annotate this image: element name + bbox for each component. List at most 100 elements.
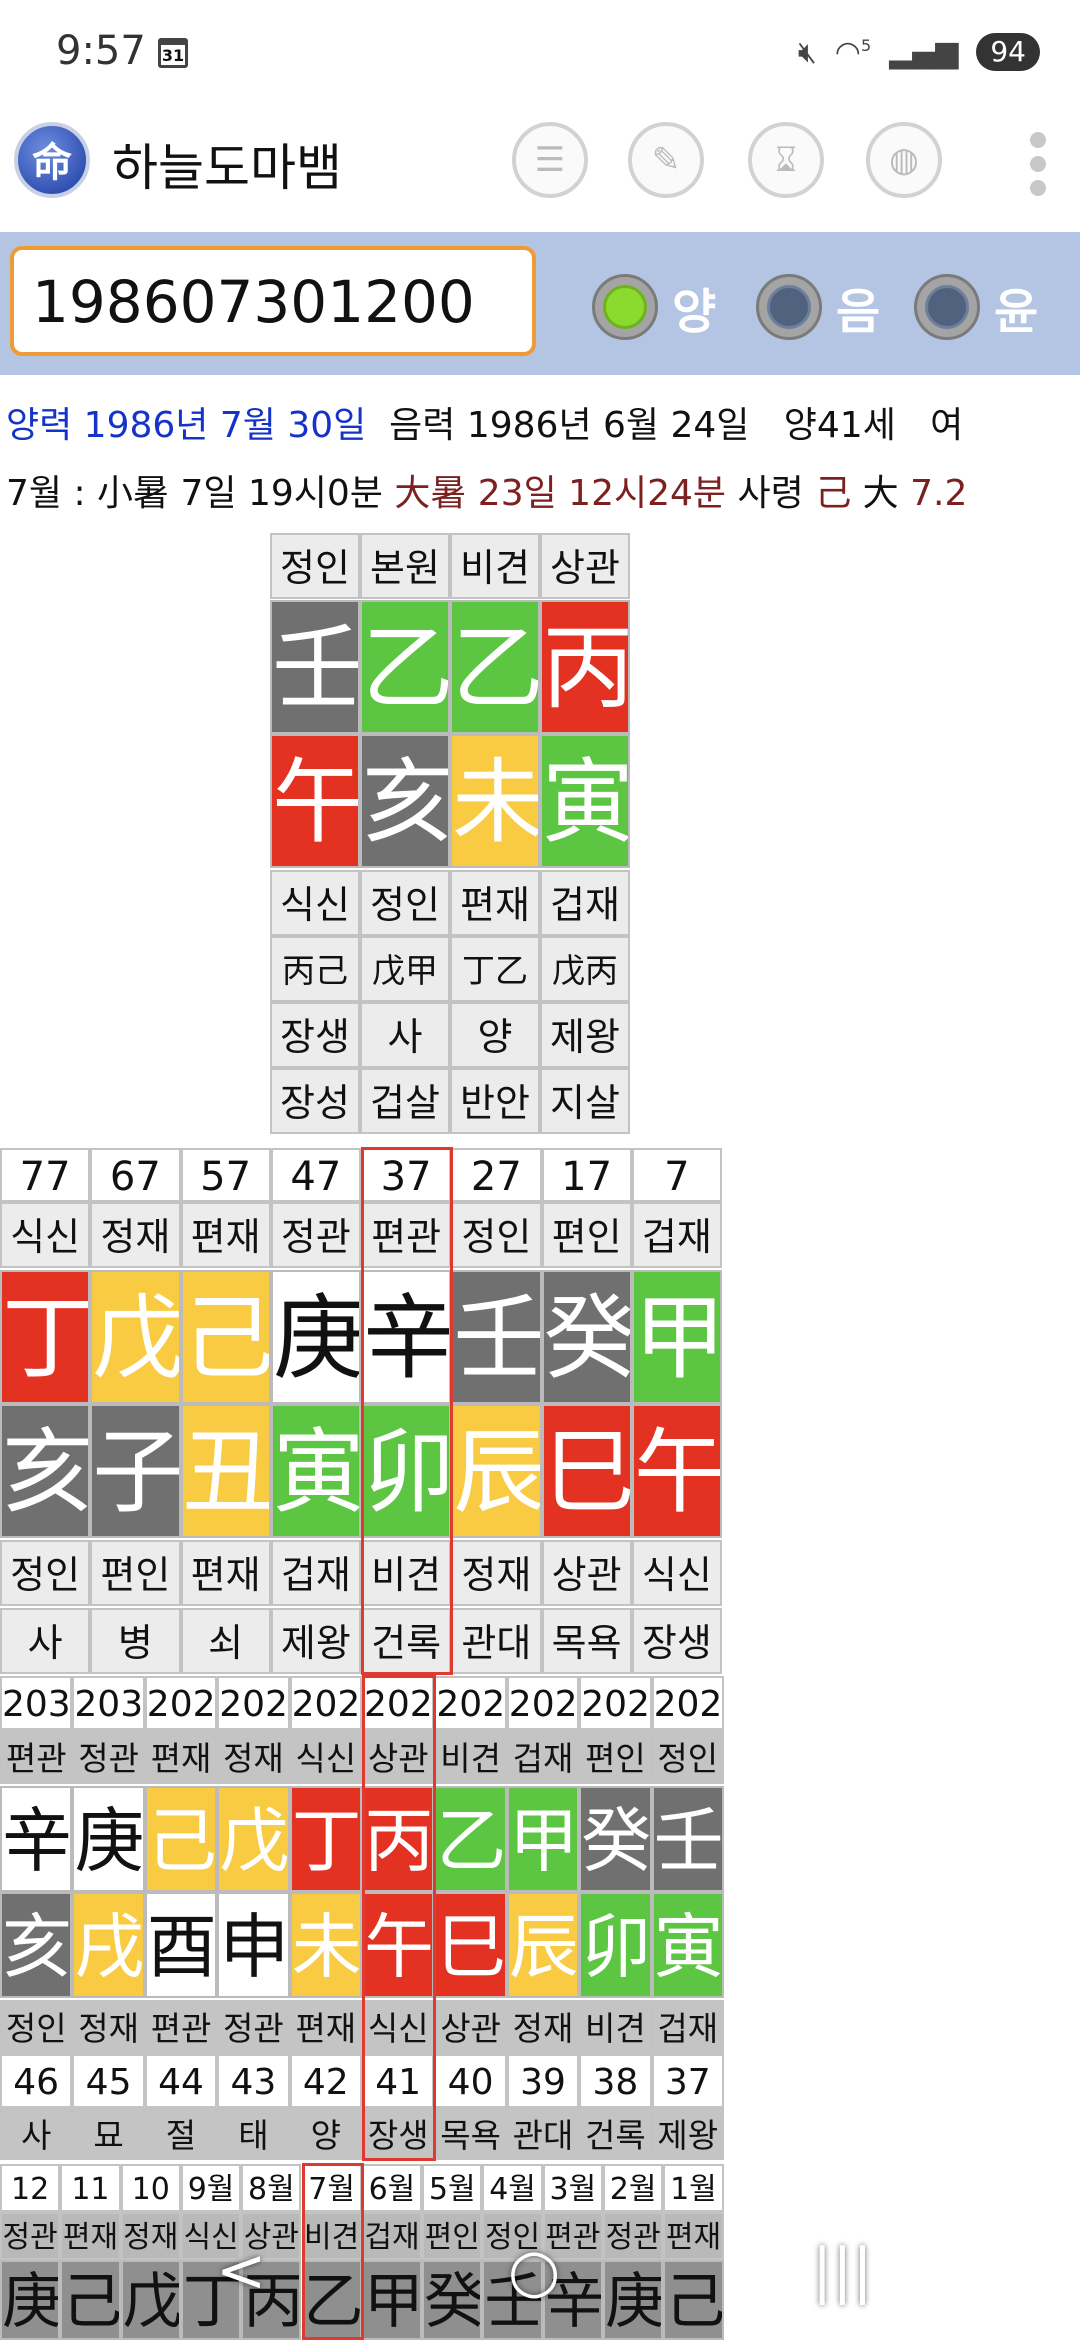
solar-term-line: 7월 : 小暑 7일 19시0분 大暑 23일 12시24분 사령 己 大 7.… (6, 464, 967, 516)
seun-stem[interactable]: 丙 (362, 1786, 435, 1892)
daeun-stem[interactable]: 庚 (270, 1270, 361, 1404)
seun-year: 2022 (651, 1676, 724, 1730)
seun-stem[interactable]: 甲 (506, 1786, 580, 1892)
seun-age: 46 (0, 2054, 73, 2108)
daeun-stem[interactable]: 辛 (361, 1270, 452, 1404)
database-button[interactable]: ◍ (866, 122, 942, 198)
seun-stem[interactable]: 癸 (579, 1786, 652, 1892)
pillar-branch[interactable]: 午 (270, 734, 360, 868)
seun-ten-god: 편인 (579, 1730, 652, 1784)
home-nav-icon[interactable]: ○ (508, 2236, 560, 2306)
term-minor: 7월 : 小暑 7일 19시0분 (6, 473, 383, 514)
seun-branch[interactable]: 午 (362, 1892, 435, 1998)
recents-nav-icon[interactable]: ||| (812, 2236, 873, 2306)
daeun-stem[interactable]: 己 (180, 1270, 271, 1404)
daeun-branch-god: 편재 (180, 1540, 271, 1606)
pillar-branch[interactable]: 亥 (360, 734, 450, 868)
seun-stage: 사 (0, 2108, 73, 2160)
saryeong-value: 7.2 (910, 473, 968, 514)
seun-branch[interactable]: 未 (289, 1892, 362, 1998)
daeun-branch[interactable]: 卯 (361, 1404, 452, 1538)
seun-branch[interactable]: 辰 (506, 1892, 580, 1998)
daeun-age: 77 (0, 1148, 91, 1202)
back-nav-icon[interactable]: < (216, 2236, 266, 2306)
seun-stage: 장생 (362, 2108, 435, 2160)
daeun-stage: 쇠 (180, 1608, 271, 1674)
seun-age: 37 (651, 2054, 724, 2108)
daeun-stem[interactable]: 壬 (451, 1270, 542, 1404)
daeun-branch[interactable]: 子 (90, 1404, 181, 1538)
hidden-stems: 丁乙己 (450, 936, 540, 1002)
seun-age: 40 (434, 2054, 507, 2108)
pillar-ten-god: 비견 (450, 533, 540, 599)
seun-stem[interactable]: 丁 (289, 1786, 362, 1892)
radio-1[interactable]: 양 (592, 272, 716, 342)
daeun-stem[interactable]: 丁 (0, 1270, 91, 1404)
radio-label: 음 (836, 284, 881, 340)
month-label: 9월 (180, 2164, 242, 2212)
radio-dot[interactable] (756, 274, 822, 340)
daeun-branch[interactable]: 亥 (0, 1404, 91, 1538)
daeun-stage: 제왕 (270, 1608, 361, 1674)
pillar-branch[interactable]: 未 (450, 734, 540, 868)
pillar-stem[interactable]: 乙 (360, 600, 450, 734)
list-button[interactable]: ☰ (512, 122, 588, 198)
app-logo: 命 (14, 122, 90, 198)
daeun-branch[interactable]: 丑 (180, 1404, 271, 1538)
edit-button[interactable]: ✎ (628, 122, 704, 198)
seun-ten-god: 편관 (0, 1730, 73, 1784)
pillar-branch[interactable]: 寅 (540, 734, 630, 868)
radio-3[interactable]: 윤 (914, 272, 1038, 342)
gender: 여 (930, 405, 964, 446)
daeun-ten-god: 겁재 (631, 1202, 722, 1268)
seun-branch[interactable]: 亥 (0, 1892, 73, 1998)
seun-ten-god: 식신 (289, 1730, 362, 1784)
seun-stem[interactable]: 乙 (434, 1786, 507, 1892)
timer-button[interactable]: ⌛︎ (748, 122, 824, 198)
seun-branch[interactable]: 申 (217, 1892, 290, 1998)
seun-stem[interactable]: 庚 (72, 1786, 145, 1892)
radio-dot[interactable] (914, 274, 980, 340)
daeun-branch[interactable]: 巳 (541, 1404, 632, 1538)
seun-stem[interactable]: 壬 (651, 1786, 724, 1892)
seun-age: 39 (506, 2054, 580, 2108)
seun-stem[interactable]: 己 (144, 1786, 218, 1892)
daeun-branch-god: 겁재 (270, 1540, 361, 1606)
wifi-icon: ◠5 (834, 34, 872, 70)
seun-year: 2026 (362, 1676, 435, 1730)
seun-branch[interactable]: 卯 (579, 1892, 652, 1998)
lunar-date: 음력 1986년 6월 24일 (389, 405, 750, 446)
hidden-stem: 己 (315, 951, 348, 990)
seun-stage: 묘 (72, 2108, 145, 2160)
seun-branch[interactable]: 巳 (434, 1892, 507, 1998)
pillar-branch-god: 정인 (360, 870, 450, 936)
daeun-stem[interactable]: 甲 (631, 1270, 722, 1404)
term-major: 大暑 23일 12시24분 (394, 473, 727, 514)
seun-branch[interactable]: 酉 (144, 1892, 218, 1998)
daeun-branch[interactable]: 寅 (270, 1404, 361, 1538)
calendar-icon: 31 (158, 38, 188, 68)
birth-datetime-input[interactable]: 198607301200 (10, 246, 536, 356)
seun-branch[interactable]: 寅 (651, 1892, 724, 1998)
daeun-branch[interactable]: 午 (631, 1404, 722, 1538)
database-icon: ◍ (889, 140, 919, 180)
pillar-stem[interactable]: 丙 (540, 600, 630, 734)
daeun-stem[interactable]: 癸 (541, 1270, 632, 1404)
daeun-branch[interactable]: 辰 (451, 1404, 542, 1538)
pillar-stem[interactable]: 壬 (270, 600, 360, 734)
seun-stage: 태 (217, 2108, 290, 2160)
pillar-stem[interactable]: 乙 (450, 600, 540, 734)
edit-icon: ✎ (651, 140, 681, 180)
daeun-stem[interactable]: 戊 (90, 1270, 181, 1404)
seun-age: 43 (217, 2054, 290, 2108)
seun-year: 2023 (579, 1676, 652, 1730)
daeun-ten-god: 편인 (541, 1202, 632, 1268)
radio-dot[interactable] (592, 274, 658, 340)
battery-indicator: 94 (976, 33, 1040, 71)
seun-branch[interactable]: 戌 (72, 1892, 145, 1998)
more-menu-button[interactable] (1030, 132, 1050, 204)
seun-stem[interactable]: 戊 (217, 1786, 290, 1892)
system-nav-bar: < ○ ||| (0, 2232, 1080, 2340)
radio-2[interactable]: 음 (756, 272, 880, 342)
seun-stem[interactable]: 辛 (0, 1786, 73, 1892)
